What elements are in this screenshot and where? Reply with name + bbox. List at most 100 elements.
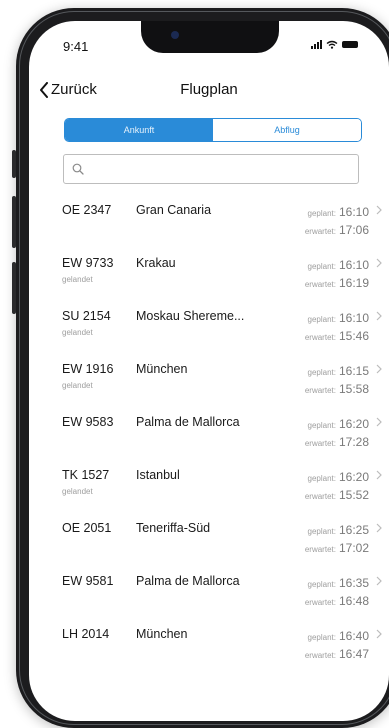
segment-abflug[interactable]: Abflug bbox=[213, 119, 361, 141]
planned-time-group: geplant: 16:25 bbox=[308, 521, 370, 539]
flight-number: OE 2051 bbox=[62, 521, 112, 535]
flight-destination: München bbox=[136, 627, 188, 641]
chevron-right-icon bbox=[376, 311, 382, 321]
planned-time: 16:10 bbox=[338, 258, 369, 272]
notch bbox=[141, 21, 279, 53]
expected-label: erwartet: bbox=[304, 598, 336, 607]
planned-time-group: geplant: 16:10 bbox=[308, 203, 370, 221]
battery-icon bbox=[342, 41, 358, 48]
flight-number: EW 9583 bbox=[62, 415, 114, 429]
flight-destination: Palma de Mallorca bbox=[136, 574, 240, 588]
segmented-control: Ankunft Abflug bbox=[64, 118, 362, 142]
planned-time-group: geplant: 16:20 bbox=[308, 415, 370, 433]
flight-destination: Krakau bbox=[136, 256, 176, 270]
chevron-right-icon bbox=[376, 417, 382, 427]
expected-time-group: erwartet: 17:28 bbox=[305, 433, 369, 451]
flight-number: OE 2347 bbox=[62, 203, 112, 217]
expected-label: erwartet: bbox=[304, 333, 336, 342]
expected-time: 17:28 bbox=[338, 435, 369, 449]
planned-time: 16:35 bbox=[338, 576, 369, 590]
search-bar bbox=[63, 154, 359, 184]
expected-label: erwartet: bbox=[304, 227, 336, 236]
planned-label: geplant: bbox=[307, 580, 336, 589]
flight-row[interactable]: LH 2014 München geplant: 16:40 erwartet: 1… bbox=[29, 625, 389, 678]
flight-status: gelandet bbox=[62, 328, 93, 337]
flight-row[interactable]: OE 2051 Teneriffa-Süd geplant: 16:25 erwa… bbox=[29, 519, 389, 572]
flight-row[interactable]: OE 2347 Gran Canaria geplant: 16:10 erwar… bbox=[29, 201, 389, 254]
planned-label: geplant: bbox=[307, 315, 336, 324]
expected-time: 15:46 bbox=[338, 329, 369, 343]
expected-label: erwartet: bbox=[304, 545, 336, 554]
flight-number: LH 2014 bbox=[62, 627, 110, 641]
flight-destination: München bbox=[136, 362, 188, 376]
phone-screen: 9:41 Zurück Flugplan Ankunft Abflug OE 2… bbox=[29, 21, 389, 721]
flight-list: OE 2347 Gran Canaria geplant: 16:10 erwar… bbox=[29, 201, 389, 678]
expected-label: erwartet: bbox=[304, 439, 336, 448]
planned-label: geplant: bbox=[307, 209, 336, 218]
planned-label: geplant: bbox=[307, 527, 336, 536]
flight-row[interactable]: EW 9733 Krakau gelandet geplant: 16:10 er… bbox=[29, 254, 389, 307]
flight-destination: Gran Canaria bbox=[136, 203, 212, 217]
chevron-right-icon bbox=[376, 629, 382, 639]
flight-status: gelandet bbox=[62, 381, 93, 390]
planned-time: 16:20 bbox=[338, 417, 369, 431]
expected-time: 15:52 bbox=[338, 488, 369, 502]
planned-time: 16:10 bbox=[338, 311, 369, 325]
planned-label: geplant: bbox=[307, 421, 336, 430]
expected-time: 15:58 bbox=[338, 382, 369, 396]
expected-time-group: erwartet: 15:52 bbox=[305, 486, 369, 504]
flight-number: EW 9733 bbox=[62, 256, 114, 270]
flight-status: gelandet bbox=[62, 487, 93, 496]
planned-time-group: geplant: 16:15 bbox=[308, 362, 370, 380]
volume-up-button bbox=[12, 196, 16, 248]
volume-down-button bbox=[12, 262, 16, 314]
planned-time: 16:25 bbox=[338, 523, 369, 537]
flight-row[interactable]: EW 1916 München gelandet geplant: 16:15 e… bbox=[29, 360, 389, 413]
chevron-right-icon bbox=[376, 205, 382, 215]
chevron-right-icon bbox=[376, 470, 382, 480]
flight-destination: Palma de Mallorca bbox=[136, 415, 240, 429]
signal-icon bbox=[311, 40, 322, 49]
expected-label: erwartet: bbox=[304, 492, 336, 501]
wifi-icon bbox=[326, 40, 338, 49]
flight-row[interactable]: EW 9581 Palma de Mallorca geplant: 16:35 … bbox=[29, 572, 389, 625]
planned-label: geplant: bbox=[307, 633, 336, 642]
expected-time: 17:06 bbox=[338, 223, 369, 237]
search-input[interactable] bbox=[90, 159, 354, 181]
flight-row[interactable]: SU 2154 Moskau Shereme... gelandet gepla… bbox=[29, 307, 389, 360]
flight-number: TK 1527 bbox=[62, 468, 110, 482]
planned-time-group: geplant: 16:35 bbox=[308, 574, 370, 592]
flight-destination: Moskau Shereme... bbox=[136, 309, 245, 323]
front-camera bbox=[171, 31, 179, 39]
flight-row[interactable]: TK 1527 Istanbul gelandet geplant: 16:20 … bbox=[29, 466, 389, 519]
status-time: 9:41 bbox=[63, 39, 89, 54]
status-icons bbox=[311, 40, 358, 49]
segment-ankunft[interactable]: Ankunft bbox=[65, 119, 213, 141]
expected-time-group: erwartet: 16:48 bbox=[305, 592, 369, 610]
page-title: Flugplan bbox=[180, 81, 238, 98]
chevron-right-icon bbox=[376, 523, 382, 533]
expected-time-group: erwartet: 17:06 bbox=[305, 221, 369, 239]
flight-row[interactable]: EW 9583 Palma de Mallorca geplant: 16:20 … bbox=[29, 413, 389, 466]
flight-destination: Istanbul bbox=[136, 468, 180, 482]
chevron-right-icon bbox=[376, 364, 382, 374]
mute-switch bbox=[12, 150, 16, 178]
flight-number: SU 2154 bbox=[62, 309, 111, 323]
expected-time-group: erwartet: 15:46 bbox=[305, 327, 369, 345]
planned-time-group: geplant: 16:10 bbox=[308, 309, 370, 327]
expected-label: erwartet: bbox=[304, 386, 336, 395]
planned-time: 16:15 bbox=[338, 364, 369, 378]
expected-label: erwartet: bbox=[304, 280, 336, 289]
planned-time: 16:10 bbox=[338, 205, 369, 219]
planned-label: geplant: bbox=[307, 262, 336, 271]
flight-destination: Teneriffa-Süd bbox=[136, 521, 211, 535]
navigation-bar: Zurück Flugplan bbox=[29, 79, 389, 103]
planned-label: geplant: bbox=[307, 368, 336, 377]
flight-number: EW 9581 bbox=[62, 574, 114, 588]
flight-status: gelandet bbox=[62, 275, 93, 284]
expected-time: 16:19 bbox=[338, 276, 369, 290]
expected-label: erwartet: bbox=[304, 651, 336, 660]
chevron-right-icon bbox=[376, 576, 382, 586]
expected-time: 16:47 bbox=[338, 647, 369, 661]
planned-time: 16:40 bbox=[338, 629, 369, 643]
